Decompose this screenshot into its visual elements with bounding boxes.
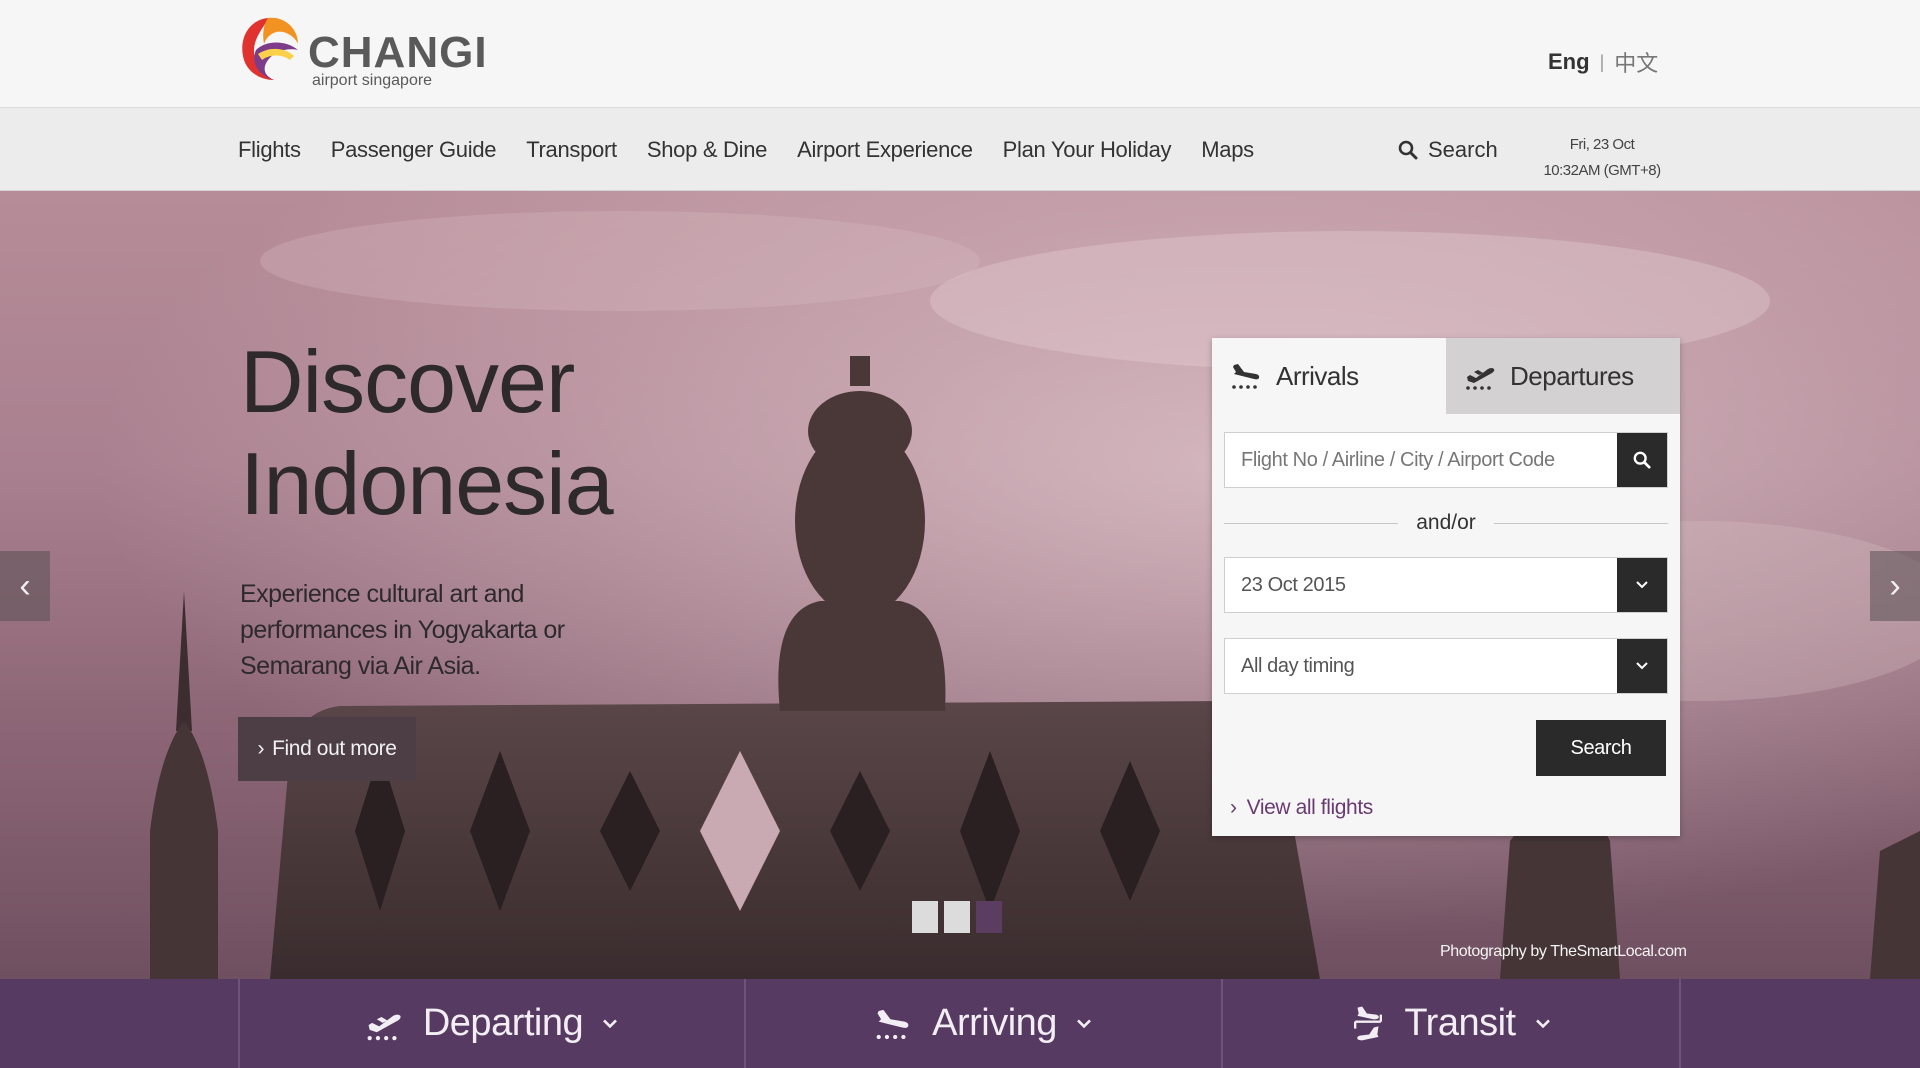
carousel-indicators (912, 901, 1002, 933)
chevron-right-icon: › (1889, 566, 1901, 605)
plane-landing-icon (876, 1009, 909, 1039)
tab-arrivals[interactable]: Arrivals (1212, 338, 1446, 414)
nav-search-button[interactable]: Search (1398, 108, 1498, 192)
chevron-down-icon (1636, 662, 1648, 670)
view-all-flights-link[interactable]: › View all flights (1230, 796, 1373, 820)
quick-link-departing[interactable]: Departing (240, 979, 744, 1068)
chevron-down-icon (1076, 1018, 1091, 1028)
search-icon (1633, 451, 1651, 469)
bar-divider (1679, 979, 1681, 1068)
current-time: 10:32AM (GMT+8) (1543, 162, 1661, 179)
nav-flights[interactable]: Flights (238, 137, 301, 163)
language-switcher: Eng | 中文 (1548, 46, 1658, 78)
timing-select[interactable]: All day timing (1224, 638, 1668, 694)
view-all-flights-label: View all flights (1246, 796, 1374, 819)
quick-link-arriving-label: Arriving (932, 1002, 1057, 1044)
timing-dropdown-button[interactable] (1617, 639, 1667, 693)
flight-tabs: Arrivals Departures (1212, 338, 1680, 414)
current-date: Fri, 23 Oct (1569, 136, 1635, 153)
transit-icon (1354, 1006, 1383, 1040)
find-out-more-button[interactable]: › Find out more (238, 717, 416, 781)
date-dropdown-button[interactable] (1617, 558, 1667, 612)
lang-chinese[interactable]: 中文 (1614, 46, 1658, 78)
hero-title: Discover Indonesia (240, 331, 614, 535)
tab-departures[interactable]: Departures (1446, 338, 1680, 414)
lang-english[interactable]: Eng (1548, 49, 1590, 75)
flight-search-field (1224, 432, 1668, 488)
quick-link-arriving[interactable]: Arriving (746, 979, 1221, 1068)
carousel-next-button[interactable]: › (1870, 551, 1920, 621)
carousel-dot-1[interactable] (912, 901, 938, 933)
carousel-dot-3[interactable] (976, 901, 1002, 933)
quick-link-transit-label: Transit (1404, 1002, 1516, 1044)
changi-logo[interactable]: CHANGI airport singapore (236, 10, 487, 96)
hero-title-line-1: Discover (240, 332, 575, 431)
divider-line-left (1224, 522, 1399, 524)
timing-select-value: All day timing (1241, 654, 1355, 677)
nav-shop-dine[interactable]: Shop & Dine (647, 137, 768, 163)
hero-description: Experience cultural art and performances… (240, 580, 565, 680)
top-bar: CHANGI airport singapore Eng | 中文 (0, 0, 1920, 107)
chevron-left-icon: ‹ (19, 566, 31, 605)
logo-subtitle: airport singapore (312, 72, 433, 89)
tab-arrivals-label: Arrivals (1276, 360, 1359, 391)
find-out-more-label: Find out more (272, 737, 397, 760)
plane-takeoff-icon (367, 1014, 401, 1040)
lang-separator: | (1599, 51, 1605, 72)
date-select-value: 23 Oct 2015 (1241, 573, 1346, 596)
chevron-right-icon: › (1230, 796, 1237, 819)
chevron-down-icon (603, 1018, 618, 1028)
chevron-down-icon (1535, 1018, 1550, 1028)
flight-search-button[interactable] (1617, 433, 1667, 487)
plane-takeoff-icon (1466, 368, 1495, 390)
chevron-down-icon (1636, 581, 1648, 589)
main-nav-bar: Flights Passenger Guide Transport Shop &… (0, 107, 1920, 191)
flight-search-input[interactable] (1225, 433, 1617, 487)
logo-name: CHANGI (308, 28, 488, 77)
nav-maps[interactable]: Maps (1201, 137, 1254, 163)
nav-passenger-guide[interactable]: Passenger Guide (331, 137, 497, 163)
date-select[interactable]: 23 Oct 2015 (1224, 557, 1668, 613)
main-nav: Flights Passenger Guide Transport Shop &… (238, 108, 1254, 192)
quick-link-transit[interactable]: Transit (1223, 979, 1679, 1068)
nav-search-label: Search (1428, 137, 1498, 162)
changi-logo-icon (242, 17, 298, 80)
carousel-dot-2[interactable] (944, 901, 970, 933)
quick-links-bar: Departing Arriving Transit (0, 979, 1920, 1068)
divider-line-right (1493, 522, 1669, 524)
nav-transport[interactable]: Transport (526, 137, 617, 163)
tab-departures-label: Departures (1510, 360, 1634, 391)
current-datetime: Fri, 23 Oct 10:32AM (GMT+8) (1540, 132, 1664, 184)
hero-title-line-2: Indonesia (240, 434, 614, 533)
flight-search-widget: Arrivals Departures and/or 23 Oct 2015 (1212, 338, 1680, 836)
nav-airport-experience[interactable]: Airport Experience (797, 137, 973, 163)
carousel-prev-button[interactable]: ‹ (0, 551, 50, 621)
plane-landing-icon (1232, 364, 1260, 389)
and-or-label: and/or (1416, 511, 1476, 534)
photo-credit: Photography by TheSmartLocal.com (1440, 943, 1687, 960)
and-or-divider: and/or (1224, 508, 1669, 538)
quick-link-departing-label: Departing (422, 1002, 584, 1044)
flight-submit-button[interactable]: Search (1536, 720, 1666, 776)
chevron-right-icon: › (257, 737, 265, 760)
search-icon (1398, 140, 1418, 160)
nav-plan-your-holiday[interactable]: Plan Your Holiday (1003, 137, 1172, 163)
